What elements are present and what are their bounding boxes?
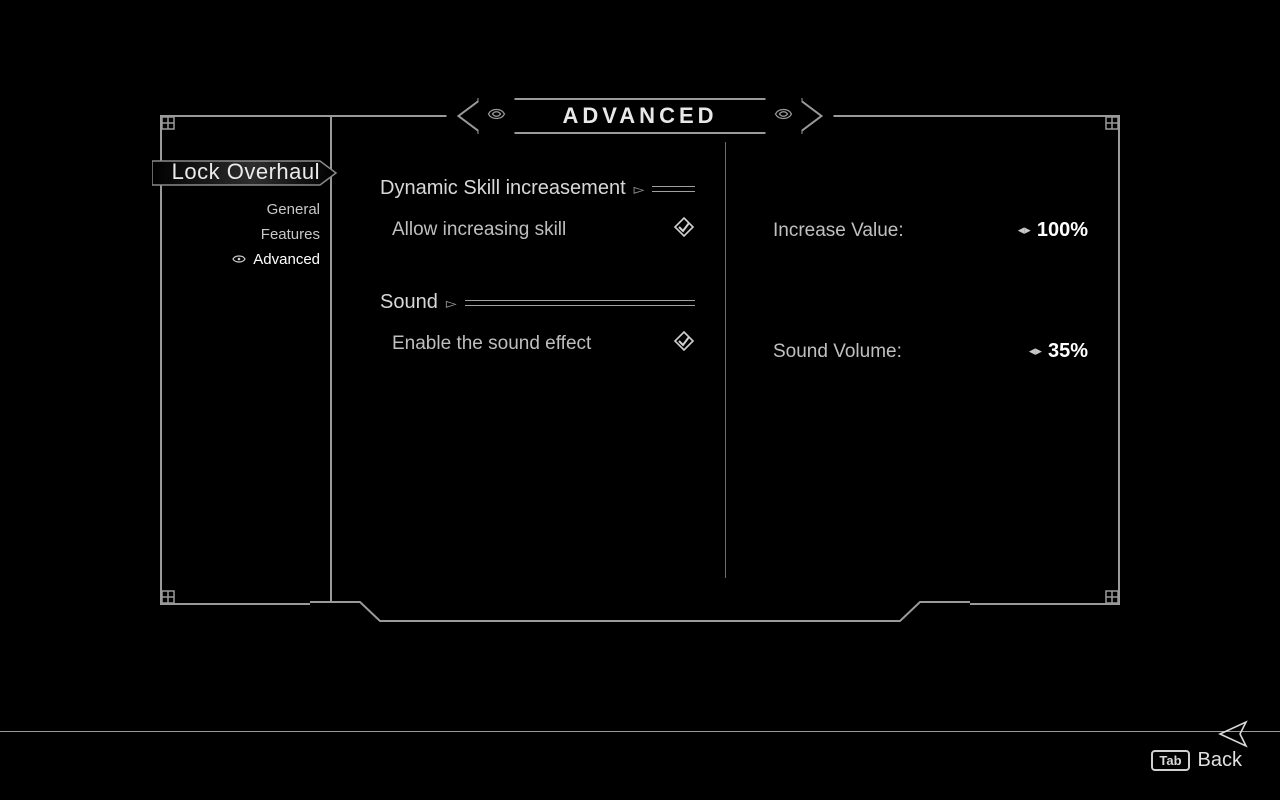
- column-divider: [725, 142, 726, 578]
- section-title: Sound: [380, 291, 438, 314]
- mod-title-label: Lock Overhaul: [172, 159, 320, 185]
- section-header-skill: Dynamic Skill increasement ▻: [380, 177, 695, 200]
- option-allow-increasing-skill[interactable]: Allow increasing skill: [380, 210, 695, 269]
- footer-divider: [0, 731, 1280, 732]
- sidebar-item-label: General: [267, 201, 320, 218]
- option-label: Enable the sound effect: [392, 333, 673, 355]
- sidebar-item-advanced[interactable]: Advanced: [232, 247, 320, 272]
- panel-chin-ornament-icon: [310, 601, 970, 623]
- sidebar-item-label: Features: [261, 226, 320, 243]
- sidebar: Lock Overhaul General Features Advanced: [162, 117, 332, 603]
- rule-arrow-icon: ▻: [634, 187, 645, 191]
- section-header-sound: Sound ▻: [380, 291, 695, 314]
- sidebar-nav: General Features Advanced: [232, 197, 320, 272]
- cursor-icon: [1216, 716, 1252, 752]
- slider-label: Increase Value:: [773, 220, 1018, 242]
- slider-arrows-icon: ◂▸: [1018, 222, 1031, 238]
- option-label: Allow increasing skill: [392, 219, 673, 241]
- section-title: Dynamic Skill increasement: [380, 177, 626, 200]
- active-marker-icon: [232, 251, 246, 268]
- mod-title[interactable]: Lock Overhaul: [152, 153, 342, 193]
- rule-arrow-icon: ▻: [446, 301, 457, 305]
- content-area: Dynamic Skill increasement ▻ Allow incre…: [332, 117, 1118, 603]
- key-hint: Tab: [1151, 750, 1189, 771]
- checkbox-checked-icon: [673, 330, 695, 357]
- back-label: Back: [1198, 749, 1242, 772]
- slider-increase-value[interactable]: Increase Value: ◂▸ 100%: [773, 213, 1088, 298]
- slider-label: Sound Volume:: [773, 341, 1029, 363]
- slider-arrows-icon: ◂▸: [1029, 343, 1042, 359]
- slider-value: 35%: [1048, 340, 1088, 363]
- sidebar-item-general[interactable]: General: [232, 197, 320, 222]
- config-panel: ADVANCED Lo: [160, 115, 1120, 605]
- back-button[interactable]: Tab Back: [1151, 749, 1242, 772]
- sidebar-item-features[interactable]: Features: [232, 222, 320, 247]
- option-enable-sound-effect[interactable]: Enable the sound effect: [380, 324, 695, 383]
- left-column: Dynamic Skill increasement ▻ Allow incre…: [332, 117, 725, 603]
- slider-sound-volume[interactable]: Sound Volume: ◂▸ 35%: [773, 298, 1088, 419]
- right-column: Increase Value: ◂▸ 100% Sound Volume: ◂▸…: [725, 117, 1118, 603]
- sidebar-item-label: Advanced: [253, 251, 320, 268]
- section-rule: [465, 300, 695, 306]
- section-rule: [652, 186, 695, 192]
- slider-value: 100%: [1037, 219, 1088, 242]
- checkbox-checked-icon: [673, 216, 695, 243]
